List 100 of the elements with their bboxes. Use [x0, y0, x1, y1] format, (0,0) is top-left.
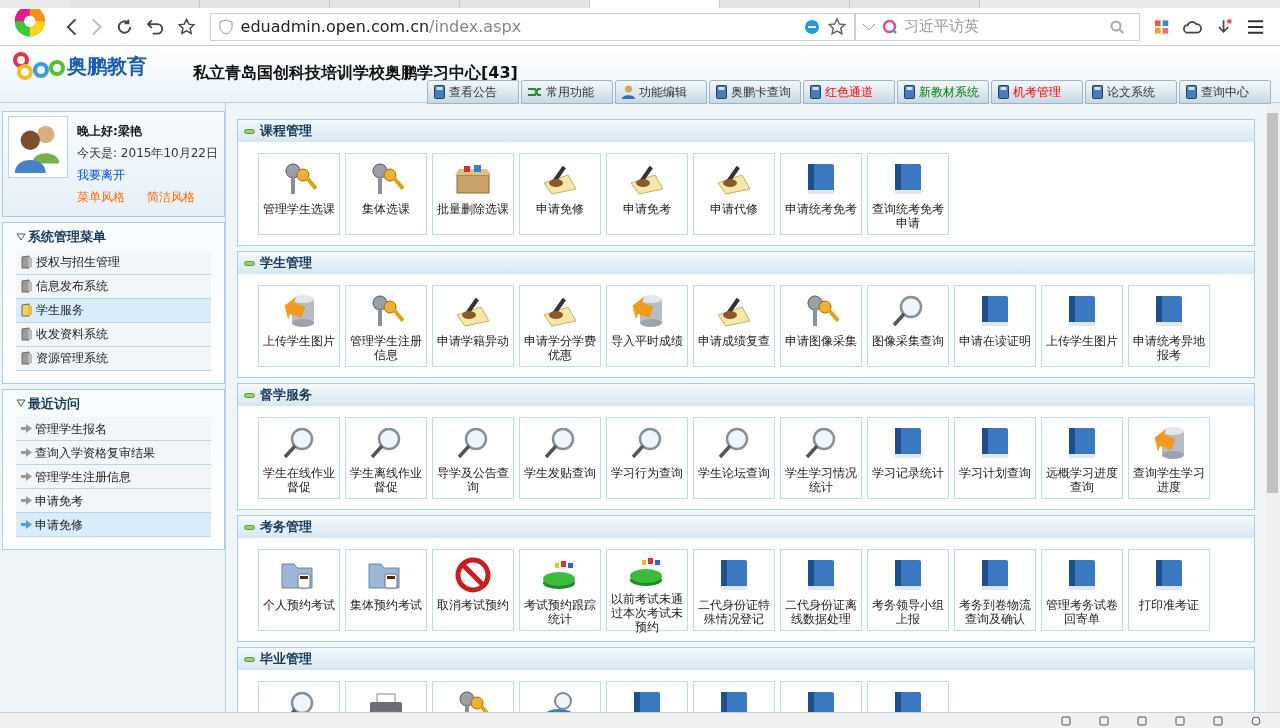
nav-tab[interactable]: 查看公告: [427, 80, 519, 104]
book-icon: [1186, 85, 1197, 99]
star-icon[interactable]: [827, 17, 846, 36]
function-tile[interactable]: 申请学籍异动: [432, 285, 514, 367]
function-tile[interactable]: 查询学生学习进度: [1128, 417, 1210, 499]
nav-tab[interactable]: 常用功能: [521, 80, 613, 104]
logout-link[interactable]: 我要离开: [77, 166, 218, 184]
menu-item[interactable]: 申请免修: [16, 513, 211, 537]
function-tile[interactable]: 学生论坛查询: [693, 417, 775, 499]
function-tile[interactable]: 二代身份证离线数据处理: [780, 549, 862, 631]
menu-item[interactable]: 资源管理系统: [16, 346, 211, 371]
function-tile[interactable]: 导入平时成绩: [606, 285, 688, 367]
pen-writing-icon: [716, 163, 752, 195]
function-tile[interactable]: 远概学习进度查询: [1041, 417, 1123, 499]
menu-item[interactable]: 申请免考: [16, 489, 211, 513]
nav-tab[interactable]: 论文系统: [1085, 80, 1177, 104]
collapse-icon[interactable]: [244, 392, 255, 398]
function-tile[interactable]: 申请在读证明: [954, 285, 1036, 367]
undo-icon[interactable]: [147, 17, 165, 36]
function-tile[interactable]: 申请统考异地报考: [1128, 285, 1210, 367]
magnifier-icon: [369, 426, 403, 460]
menu-item[interactable]: 管理学生报名: [16, 417, 211, 441]
book-icon: [892, 558, 924, 592]
function-tile[interactable]: 申请统考免考: [780, 153, 862, 235]
function-tile[interactable]: 学习记录统计: [867, 417, 949, 499]
function-tile[interactable]: 二代身份证特殊情况登记: [693, 549, 775, 631]
function-tile[interactable]: 申请图像采集: [780, 285, 862, 367]
menu-item[interactable]: 查询入学资格复审结果: [16, 441, 211, 465]
function-tile[interactable]: 考务领导小组上报: [867, 549, 949, 631]
arrow-icon: [21, 448, 32, 457]
menu-title: 系统管理菜单: [28, 228, 106, 246]
book-icon: [1092, 85, 1103, 99]
book-icon: [1153, 558, 1185, 592]
reload-icon[interactable]: [116, 17, 134, 36]
function-tile[interactable]: 申请成绩复查: [693, 285, 775, 367]
back-icon[interactable]: [65, 17, 77, 36]
menu-item[interactable]: 学生服务: [16, 298, 211, 323]
collapse-icon[interactable]: [244, 656, 255, 662]
forward-icon[interactable]: [90, 17, 103, 36]
section-header: 课程管理: [238, 120, 1254, 142]
address-bar[interactable]: eduadmin.open.com.cn/index.aspx: [209, 12, 855, 41]
star-icon[interactable]: [178, 17, 196, 36]
function-tile[interactable]: 以前考试未通过本次考试未预约: [606, 549, 688, 631]
nav-tab[interactable]: 奥鹏卡查询: [709, 80, 801, 104]
search-engine-icon: [881, 18, 898, 35]
function-tile[interactable]: 学生离线作业督促: [345, 417, 427, 499]
function-tile[interactable]: 集体预约考试: [345, 549, 427, 631]
caret-icon[interactable]: [861, 21, 876, 32]
function-tile[interactable]: 学生学习情况统计: [780, 417, 862, 499]
search-box[interactable]: 习近平访英: [854, 12, 1140, 41]
book-icon: [1153, 294, 1185, 328]
function-tile[interactable]: 申请免考: [606, 153, 688, 235]
menu-item[interactable]: 管理学生注册信息: [16, 465, 211, 489]
pen-writing-icon: [542, 163, 578, 195]
search-icon[interactable]: [1109, 19, 1124, 34]
function-tile[interactable]: 学生发贴查询: [519, 417, 601, 499]
collapse-icon[interactable]: [244, 524, 255, 530]
menu-icon[interactable]: [1247, 18, 1265, 35]
nav-tab[interactable]: 查询中心: [1179, 80, 1271, 104]
function-tile[interactable]: 管理考务试卷回寄单: [1041, 549, 1123, 631]
apps-icon[interactable]: [1153, 18, 1169, 35]
function-tile[interactable]: 个人预约考试: [258, 549, 340, 631]
function-tile[interactable]: 集体选课: [345, 153, 427, 235]
function-tile[interactable]: 上传学生图片: [258, 285, 340, 367]
function-tile[interactable]: 申请免修: [519, 153, 601, 235]
function-tile[interactable]: 管理学生选课: [258, 153, 340, 235]
menu-item[interactable]: 授权与招生管理: [16, 250, 211, 275]
nav-tab[interactable]: 功能编辑: [615, 80, 707, 104]
cloud-icon[interactable]: [1182, 18, 1202, 35]
shield-icon: [218, 18, 233, 35]
function-tile[interactable]: 上传学生图片: [1041, 285, 1123, 367]
collapse-triangle-icon[interactable]: [16, 399, 26, 408]
collapse-icon[interactable]: [244, 260, 255, 266]
function-tile[interactable]: 查询统考免考申请: [867, 153, 949, 235]
scrollbar[interactable]: [1265, 103, 1280, 712]
function-tile[interactable]: 批量删除选课: [432, 153, 514, 235]
function-tile[interactable]: 导学及公告查询: [432, 417, 514, 499]
folder-icon: [21, 279, 33, 293]
function-tile[interactable]: 学习行为查询: [606, 417, 688, 499]
function-tile[interactable]: 申请代修: [693, 153, 775, 235]
date-text: 今天是: 2015年10月22日: [77, 145, 218, 162]
search-field[interactable]: 习近平访英: [903, 15, 1104, 38]
function-tile[interactable]: 图像采集查询: [867, 285, 949, 367]
book-icon: [892, 162, 924, 196]
menu-item[interactable]: 收发资料系统: [16, 322, 211, 347]
menu-item[interactable]: 信息发布系统: [16, 274, 211, 299]
function-tile[interactable]: 学习计划查询: [954, 417, 1036, 499]
download-icon[interactable]: [1215, 17, 1233, 36]
book-icon: [718, 558, 750, 592]
function-tile[interactable]: 打印准考证: [1128, 549, 1210, 631]
collapse-triangle-icon[interactable]: [16, 232, 26, 241]
function-tile[interactable]: 学生在线作业督促: [258, 417, 340, 499]
collapse-icon[interactable]: [244, 128, 255, 134]
nav-tab[interactable]: 新教材系统: [897, 80, 989, 104]
folder-icon: [21, 351, 33, 365]
function-tile[interactable]: 管理学生注册信息: [345, 285, 427, 367]
function-tile[interactable]: 考务到卷物流查询及确认: [954, 549, 1036, 631]
function-tile[interactable]: 申请学分学费优惠: [519, 285, 601, 367]
function-tile[interactable]: 取消考试预约: [432, 549, 514, 631]
function-tile[interactable]: 考试预约跟踪统计: [519, 549, 601, 631]
